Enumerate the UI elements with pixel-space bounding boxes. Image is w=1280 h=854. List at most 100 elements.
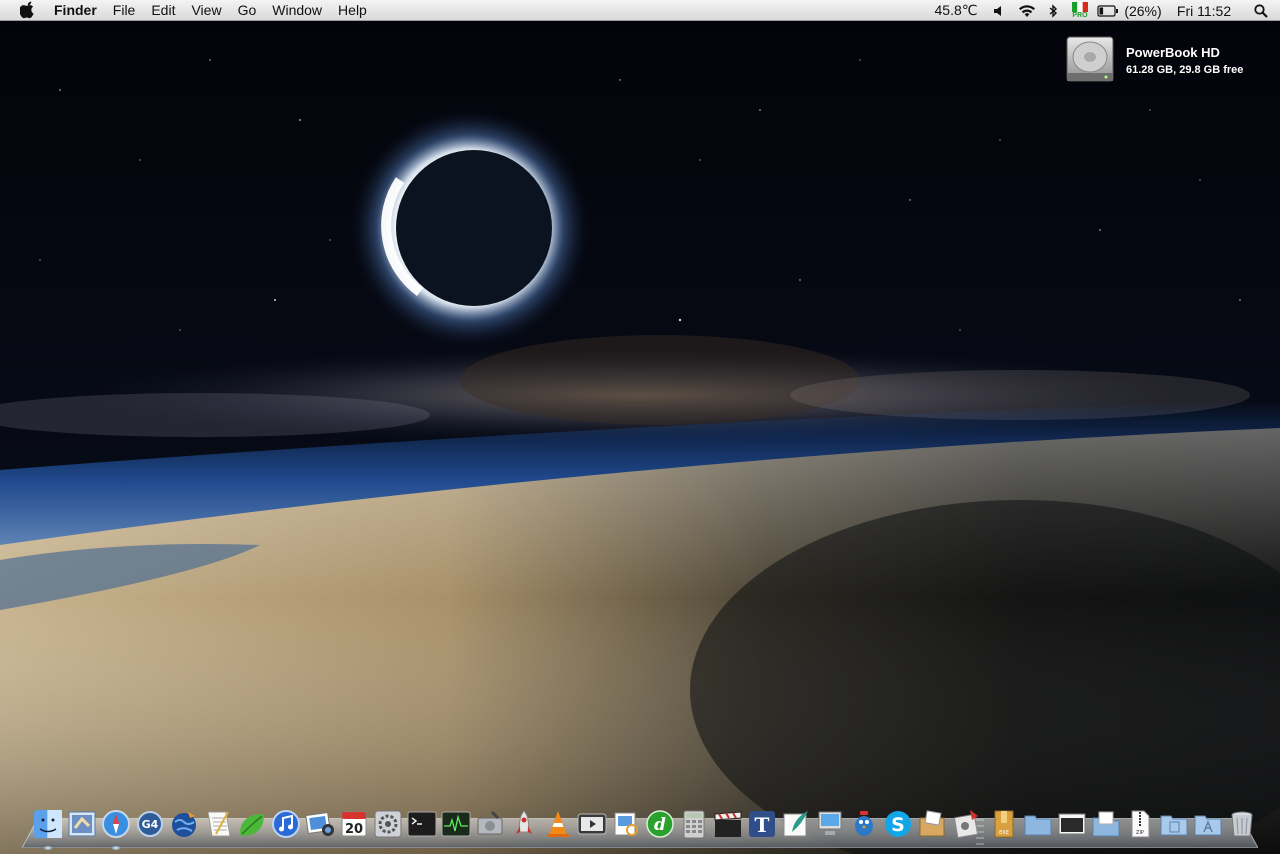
safari-icon xyxy=(102,810,130,838)
svg-text:T: T xyxy=(755,813,770,837)
screenshot-folder-icon xyxy=(1058,813,1086,835)
dock-stack-folder[interactable] xyxy=(1022,808,1054,844)
dock-app-remote-desktop[interactable] xyxy=(814,808,846,844)
dock-app-leaf[interactable] xyxy=(236,808,268,844)
clapboard-icon xyxy=(714,811,742,837)
terminal-icon xyxy=(407,811,437,837)
dock-stack-zip[interactable]: ZIP xyxy=(1124,808,1156,844)
menu-file[interactable]: File xyxy=(105,0,144,21)
input-badge: PRO xyxy=(1072,12,1088,19)
camino-globe-icon xyxy=(172,812,196,837)
activity-monitor-icon xyxy=(441,811,471,837)
svg-text:ZIP: ZIP xyxy=(1136,830,1144,836)
dock-app-activity-monitor[interactable] xyxy=(440,808,472,844)
leaf-icon xyxy=(240,814,264,836)
menu-bar: Finder File Edit View Go Window Help 45.… xyxy=(0,0,1280,21)
menu-edit[interactable]: Edit xyxy=(143,0,183,21)
dock-app-adium[interactable] xyxy=(848,808,880,844)
quill-icon xyxy=(783,811,808,837)
dock-app-safari[interactable] xyxy=(100,808,132,850)
dock-app-typography[interactable]: T xyxy=(746,808,778,844)
folder-icon xyxy=(1024,815,1052,836)
menu-help[interactable]: Help xyxy=(330,0,375,21)
iphoto-icon xyxy=(305,811,334,836)
hard-drive-icon[interactable] xyxy=(1064,33,1116,85)
stamp-icon xyxy=(953,810,979,839)
dock-app-camino[interactable] xyxy=(168,808,200,844)
exe-archive-icon: EXE xyxy=(994,810,1014,838)
svg-text:S: S xyxy=(891,814,905,836)
dock-stack-downloads[interactable] xyxy=(1158,808,1190,844)
menu-app-finder[interactable]: Finder xyxy=(54,0,105,21)
package-icon xyxy=(919,810,945,837)
spotlight-search-icon[interactable] xyxy=(1242,0,1280,21)
dreamweaver-icon: d xyxy=(646,810,674,838)
dock-app-disk-utility[interactable] xyxy=(474,808,506,844)
dock-app-skype[interactable]: S xyxy=(882,808,914,844)
dock-app-ical[interactable]: 20 xyxy=(338,808,370,844)
g4-icon: G4 xyxy=(137,811,163,837)
disk-utility-icon xyxy=(477,810,503,835)
dock-app-rocket[interactable] xyxy=(508,808,540,844)
battery-icon[interactable] xyxy=(1096,0,1120,21)
applications-folder-icon xyxy=(1194,815,1222,836)
dock-app-g4[interactable]: G4 xyxy=(134,808,166,844)
skype-icon: S xyxy=(885,811,911,837)
textedit-icon xyxy=(207,811,231,837)
dock: G4 20 d T S EXE ZIP xyxy=(30,808,1254,850)
dock-app-textedit[interactable] xyxy=(202,808,234,844)
wifi-icon[interactable] xyxy=(1012,0,1042,21)
dock-app-finder[interactable] xyxy=(32,808,64,850)
hard-drive-label[interactable]: PowerBook HD xyxy=(1126,45,1220,60)
ical-icon: 20 xyxy=(341,811,367,837)
dock-app-itunes[interactable] xyxy=(270,808,302,844)
menu-go[interactable]: Go xyxy=(230,0,265,21)
front-row-icon xyxy=(577,813,607,835)
desktop-wallpaper xyxy=(0,0,1280,854)
menu-window[interactable]: Window xyxy=(264,0,330,21)
cpu-temperature[interactable]: 45.8℃ xyxy=(926,0,986,21)
itunes-icon xyxy=(272,810,300,838)
svg-text:d: d xyxy=(654,815,666,835)
dock-trash[interactable] xyxy=(1226,808,1258,844)
dock-app-dreamweaver[interactable]: d xyxy=(644,808,676,844)
volume-icon[interactable] xyxy=(986,0,1012,21)
dock-app-terminal[interactable] xyxy=(406,808,438,844)
ical-date: 20 xyxy=(345,822,363,837)
dock-stack-applications[interactable] xyxy=(1192,808,1224,844)
dock-app-iphoto[interactable] xyxy=(304,808,336,844)
calculator-icon xyxy=(683,810,705,839)
dock-app-system-preferences[interactable] xyxy=(372,808,404,844)
dock-stack-screenshots[interactable] xyxy=(1056,808,1088,844)
apple-menu-icon[interactable] xyxy=(19,1,37,19)
battery-percent[interactable]: (26%) xyxy=(1120,0,1166,21)
dock-app-stamp[interactable] xyxy=(950,808,982,844)
bluetooth-icon[interactable] xyxy=(1042,0,1064,21)
dock-app-calculator[interactable] xyxy=(678,808,710,844)
menubar-clock[interactable]: Fri 11:52 xyxy=(1166,0,1242,21)
dock-app-preview[interactable] xyxy=(610,808,642,844)
dock-app-vlc[interactable] xyxy=(542,808,574,844)
menu-view[interactable]: View xyxy=(183,0,229,21)
hard-drive-info: 61.28 GB, 29.8 GB free xyxy=(1126,64,1244,76)
dock-app-installer[interactable] xyxy=(916,808,948,844)
dock-app-final-cut[interactable] xyxy=(712,808,744,844)
running-indicator xyxy=(44,846,52,850)
adium-bird-icon xyxy=(855,811,873,836)
preview-icon xyxy=(614,812,638,836)
downloads-folder-icon xyxy=(1160,815,1188,836)
typography-icon: T xyxy=(749,811,775,837)
vlc-icon xyxy=(547,811,569,837)
dock-app-front-row[interactable] xyxy=(576,808,608,844)
mail-icon xyxy=(68,811,96,837)
svg-text:EXE: EXE xyxy=(999,830,1009,836)
rocket-icon xyxy=(516,810,532,834)
dock-app-mail[interactable] xyxy=(66,808,98,844)
input-source-flag-icon[interactable]: PRO xyxy=(1064,0,1096,21)
documents-folder-icon xyxy=(1092,811,1120,837)
dock-stack-documents[interactable] xyxy=(1090,808,1122,844)
running-indicator xyxy=(112,846,120,850)
dock-stack-exe[interactable]: EXE xyxy=(988,808,1020,844)
dock-app-quill[interactable] xyxy=(780,808,812,844)
svg-text:G4: G4 xyxy=(142,818,159,831)
